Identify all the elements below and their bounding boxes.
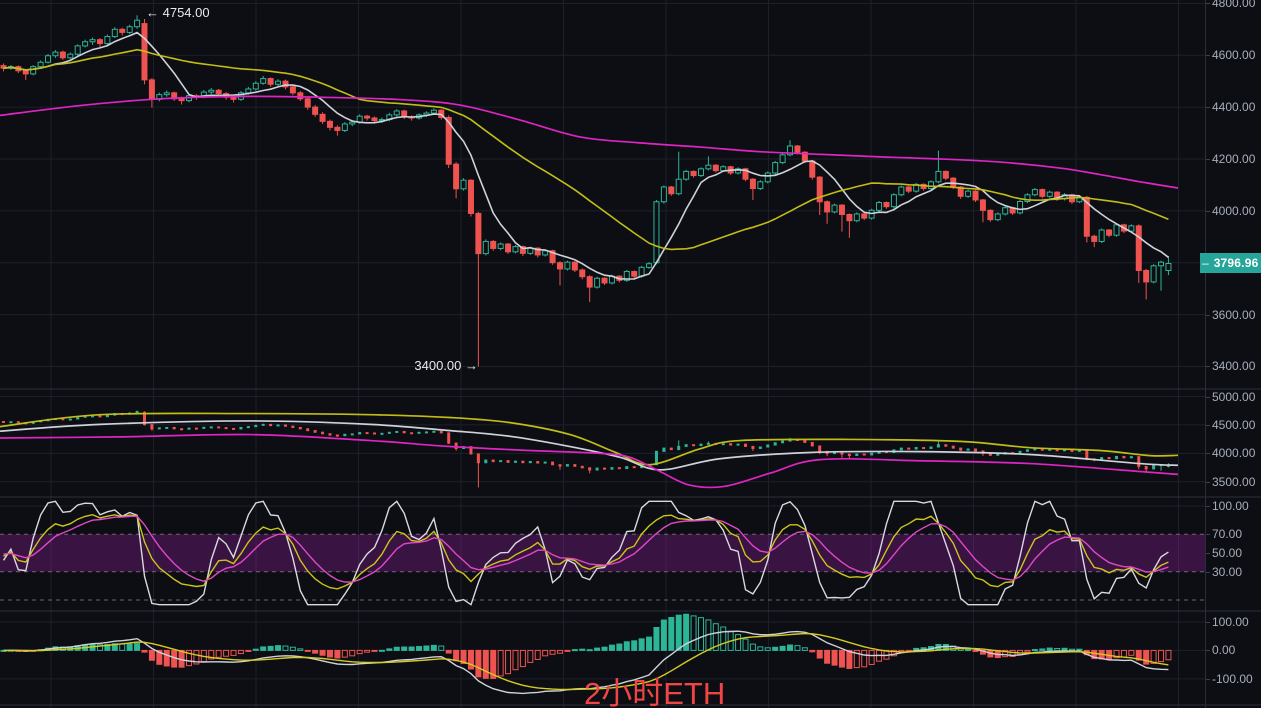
high-price-annotation: ← 4754.00 [146,5,210,20]
last-price-value: 3796.96 [1214,256,1259,270]
price-axis[interactable] [1205,0,1261,708]
trading-chart-app: ← 4754.00 3400.00 → – 3796.96 2小时ETH 480… [0,0,1261,708]
chart-canvas[interactable] [0,0,1261,708]
badge-tick-dash: – [1202,256,1209,270]
low-price-annotation: 3400.00 → [412,358,478,373]
last-price-badge: – 3796.96 [1200,253,1261,273]
timeframe-watermark: 2小时ETH [584,668,725,708]
